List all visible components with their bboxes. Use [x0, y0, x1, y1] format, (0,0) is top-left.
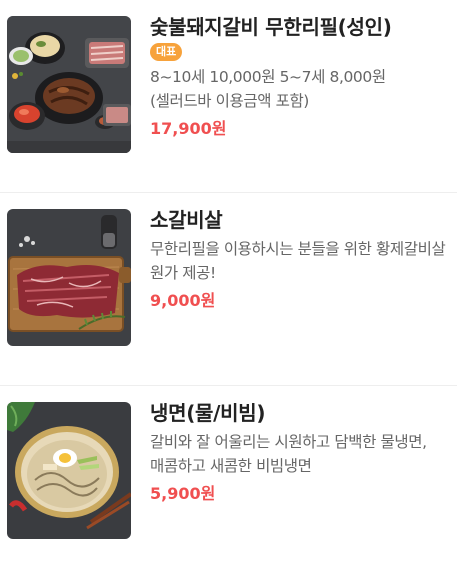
cold-noodles-image[interactable] — [7, 402, 131, 539]
menu-list: 숯불돼지갈비 무한리필(성인) 대표 8~10세 10,000원 5~7세 8,… — [0, 0, 457, 579]
menu-item-beef-rib[interactable]: 소갈비살 무한리필을 이용하시는 분들을 위한 황제갈비살 원가 제공! 9,0… — [0, 193, 457, 386]
menu-item-price: 5,900원 — [150, 484, 216, 503]
menu-item-name: 냉면(물/비빔) — [150, 401, 266, 425]
beef-rib-meat-image[interactable] — [7, 209, 131, 346]
menu-item-info: 냉면(물/비빔) 갈비와 잘 어울리는 시원하고 담백한 물냉면, 매콤하고 새… — [150, 401, 450, 505]
menu-item-price: 17,900원 — [150, 119, 227, 138]
menu-item-price: 9,000원 — [150, 291, 216, 310]
menu-item-naengmyeon[interactable]: 냉면(물/비빔) 갈비와 잘 어울리는 시원하고 담백한 물냉면, 매콤하고 새… — [0, 386, 457, 579]
menu-item-info: 소갈비살 무한리필을 이용하시는 분들을 위한 황제갈비살 원가 제공! 9,0… — [150, 208, 450, 312]
menu-item-name: 소갈비살 — [150, 208, 223, 232]
signature-badge: 대표 — [150, 43, 183, 61]
menu-item-pork-galbi[interactable]: 숯불돼지갈비 무한리필(성인) 대표 8~10세 10,000원 5~7세 8,… — [0, 0, 457, 193]
pork-galbi-platter-image[interactable] — [7, 16, 131, 153]
menu-item-description: 8~10세 10,000원 5~7세 8,000원 (셀러드바 이용금액 포함) — [150, 68, 386, 110]
menu-item-info: 숯불돼지갈비 무한리필(성인) 대표 8~10세 10,000원 5~7세 8,… — [150, 15, 450, 140]
menu-item-description: 무한리필을 이용하시는 분들을 위한 황제갈비살 원가 제공! — [150, 240, 446, 282]
menu-item-description: 갈비와 잘 어울리는 시원하고 담백한 물냉면, 매콤하고 새콤한 비빔냉면 — [150, 433, 427, 475]
menu-item-name: 숯불돼지갈비 무한리필(성인) — [150, 15, 392, 39]
